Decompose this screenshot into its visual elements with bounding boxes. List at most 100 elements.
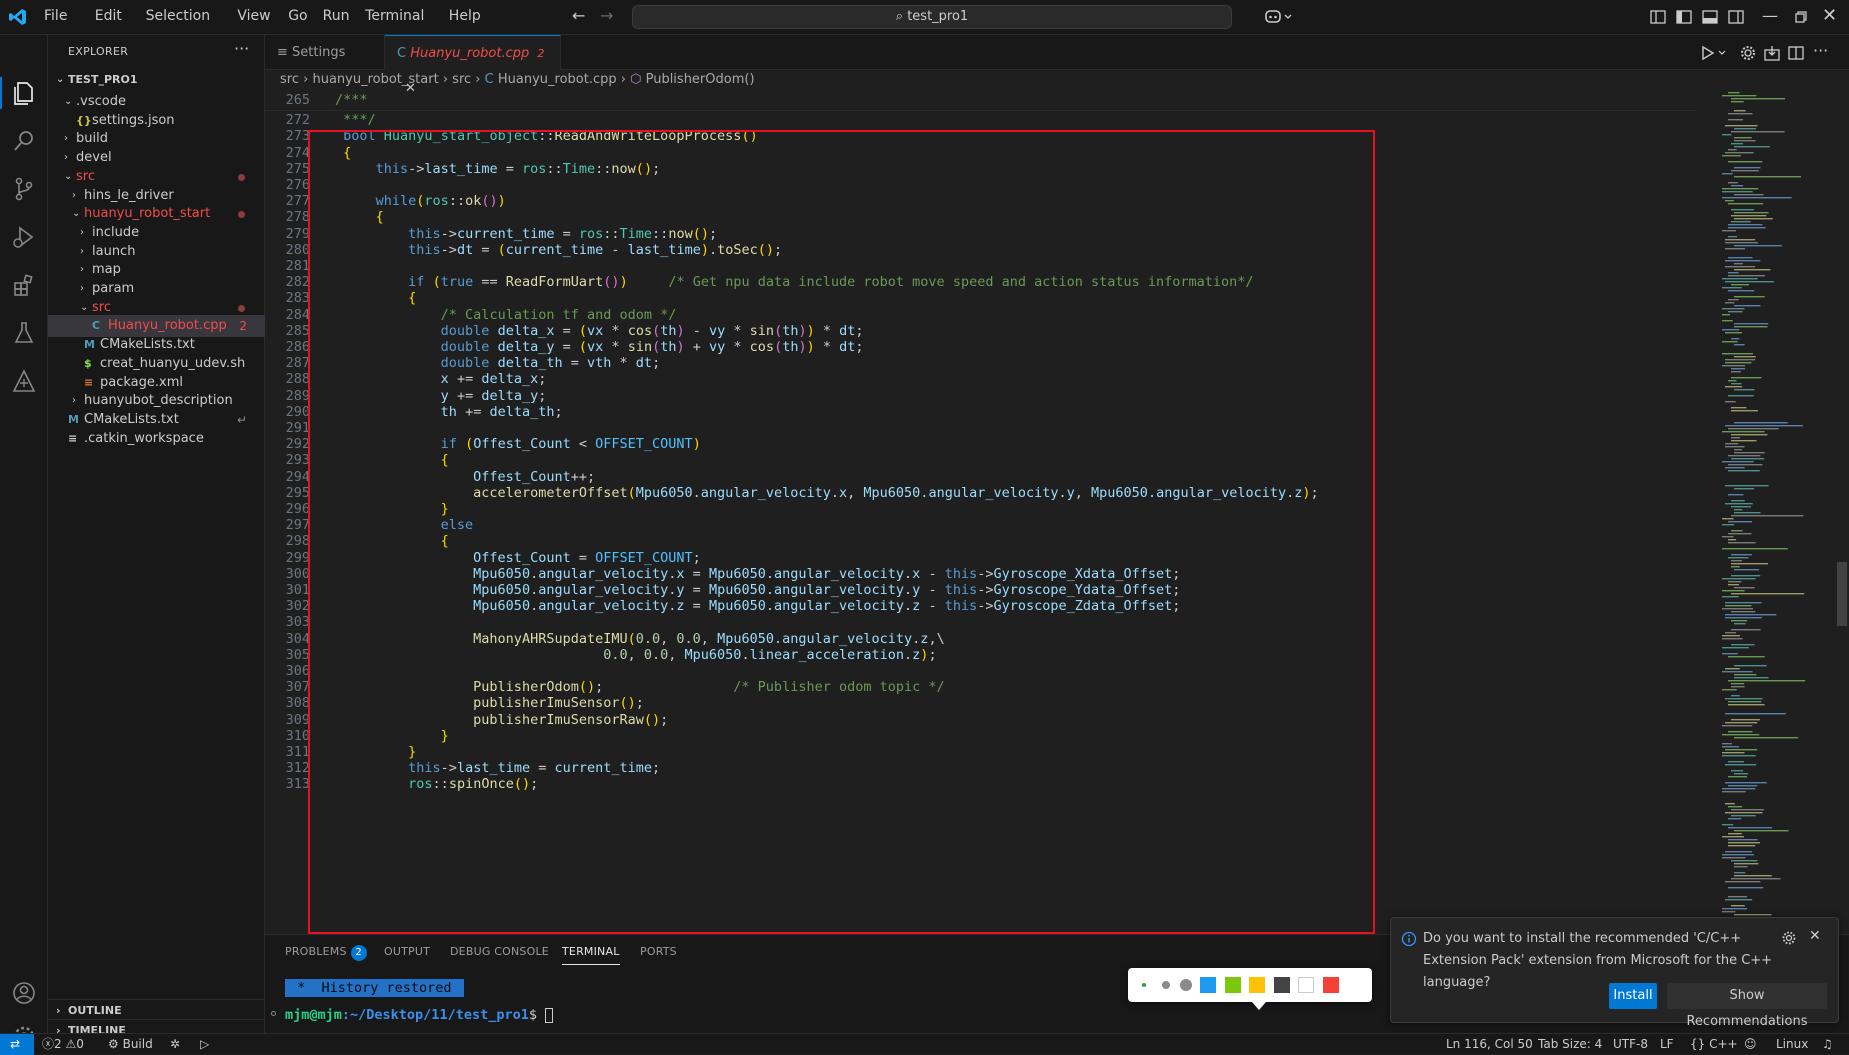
more-actions-icon[interactable]: ··· [234, 39, 249, 58]
explorer-icon[interactable] [10, 79, 38, 107]
forward-arrow-icon[interactable]: → [600, 6, 613, 25]
code-line[interactable]: PublisherOdom(); /* Publisher odom topic… [335, 679, 944, 695]
code-line[interactable]: 0.0, 0.0, Mpu6050.linear_acceleration.z)… [335, 647, 936, 663]
breadcrumb-item[interactable]: Huanyu_robot.cpp [498, 72, 617, 87]
code-line[interactable]: accelerometerOffset(Mpu6050.angular_velo… [335, 485, 1319, 501]
minimap[interactable] [1720, 92, 1835, 934]
toggle-secondary-sidebar-icon[interactable] [1727, 8, 1745, 26]
source-control-icon[interactable] [10, 175, 38, 203]
color-swatch[interactable] [1273, 977, 1290, 993]
code-line[interactable]: while(ros::ok()) [335, 193, 506, 209]
color-swatch[interactable] [1224, 977, 1241, 993]
code-line[interactable]: { [335, 290, 416, 306]
customize-layout-icon[interactable] [1649, 8, 1667, 26]
debug-icon[interactable]: ✲ [170, 1034, 180, 1054]
menu-selection[interactable]: Selection [146, 8, 211, 24]
breadcrumb-item[interactable]: PublisherOdom() [646, 72, 755, 87]
code-line[interactable]: th += delta_th; [335, 404, 563, 420]
menu-run[interactable]: Run [323, 8, 350, 24]
code-line[interactable]: Mpu6050.angular_velocity.x = Mpu6050.ang… [335, 566, 1180, 582]
color-swatch[interactable] [1322, 977, 1339, 993]
code-line[interactable]: ros::spinOnce(); [335, 776, 538, 792]
breadcrumb-item[interactable]: src [452, 72, 471, 87]
color-swatch[interactable] [1249, 977, 1265, 993]
code-editor[interactable]: 265 /*** 271 @ return -> status272 ***/2… [265, 92, 1697, 934]
code-line[interactable]: publisherImuSensor(); [335, 695, 644, 711]
panel-tab-problems[interactable]: PROBLEMS 2 [285, 945, 367, 961]
search-icon[interactable] [10, 127, 38, 155]
minimize-icon[interactable]: — [1762, 6, 1778, 25]
scrollbar-thumb[interactable] [1837, 562, 1847, 626]
menu-view[interactable]: View [237, 8, 270, 24]
menu-go[interactable]: Go [288, 8, 307, 24]
pen-size-small[interactable] [1142, 983, 1146, 987]
code-line[interactable]: double delta_th = vth * dt; [335, 355, 661, 371]
toggle-panel-icon[interactable] [1701, 8, 1719, 26]
code-line[interactable]: bool Huanyu_start_object::ReadAndWriteLo… [335, 128, 758, 144]
code-line[interactable]: y += delta_y; [335, 388, 547, 404]
close-icon[interactable]: ✕ [1809, 928, 1821, 944]
code-line[interactable]: { [335, 452, 449, 468]
tab-settings[interactable]: ≡ Settings [265, 35, 385, 70]
code-line[interactable]: Offest_Count++; [335, 469, 595, 485]
code-line[interactable]: this->last_time = current_time; [335, 760, 660, 776]
gear-icon[interactable] [1781, 930, 1797, 946]
code-line[interactable]: { [335, 209, 384, 225]
run-debug-icon[interactable] [10, 223, 38, 251]
code-line[interactable]: this->dt = (current_time - last_time).to… [335, 242, 782, 258]
toggle-primary-sidebar-icon[interactable] [1675, 8, 1693, 26]
breadcrumb-item[interactable]: huanyu_robot_start [312, 72, 438, 87]
gear-icon[interactable] [1739, 44, 1757, 62]
pen-size-large[interactable] [1180, 979, 1192, 991]
show-recommendations-button[interactable]: Show Recommendations [1667, 983, 1827, 1029]
tree-item--catkin-workspace[interactable]: ≡ .catkin_workspace [48, 428, 265, 450]
menu-file[interactable]: File [44, 8, 67, 24]
terminal-prompt[interactable]: mjm@mjm:~/Desktop/11/test_pro1$ [285, 1007, 554, 1023]
notifications-bell-icon[interactable]: ♫ [1822, 1034, 1833, 1054]
copilot-icon[interactable] [1264, 7, 1292, 25]
code-line[interactable]: if (true == ReadFormUart()) /* Get npu d… [335, 274, 1253, 290]
code-line[interactable]: publisherImuSensorRaw(); [335, 712, 668, 728]
code-line[interactable]: ***/ [335, 112, 376, 128]
code-line[interactable]: else [335, 517, 474, 533]
pen-size-medium[interactable] [1162, 981, 1170, 989]
code-line[interactable]: { [335, 533, 449, 549]
code-line[interactable]: Offest_Count = OFFSET_COUNT; [335, 550, 701, 566]
account-icon[interactable] [10, 979, 38, 1007]
code-line[interactable]: } [335, 744, 416, 760]
code-line[interactable]: this->last_time = ros::Time::now(); [335, 161, 661, 177]
code-line[interactable]: MahonyAHRSupdateIMU(0.0, 0.0, Mpu6050.an… [335, 631, 945, 647]
run-icon[interactable]: ▷ [200, 1034, 209, 1054]
install-button[interactable]: Install [1609, 983, 1657, 1009]
code-line[interactable]: Mpu6050.angular_velocity.z = Mpu6050.ang… [335, 598, 1180, 614]
split-editor-icon[interactable] [1787, 44, 1805, 62]
panel-tab-terminal[interactable]: TERMINAL [562, 945, 620, 965]
remote-indicator[interactable]: ⇄ [0, 1034, 34, 1055]
panel-tab-output[interactable]: OUTPUT [384, 945, 430, 958]
code-line[interactable]: /* Calculation tf and odom */ [335, 307, 677, 323]
back-arrow-icon[interactable]: ← [572, 6, 585, 25]
extensions-icon[interactable] [10, 271, 38, 299]
code-line[interactable]: x += delta_x; [335, 371, 547, 387]
code-line[interactable]: } [335, 501, 449, 517]
code-line[interactable]: double delta_y = (vx * sin(th) + vy * co… [335, 339, 864, 355]
menu-help[interactable]: Help [449, 8, 481, 24]
menu-terminal[interactable]: Terminal [365, 8, 424, 24]
build-status[interactable]: ⚙ Build [108, 1034, 153, 1054]
code-line[interactable]: double delta_x = (vx * cos(th) - vy * si… [335, 323, 864, 339]
encoding[interactable]: UTF-8 [1613, 1034, 1648, 1054]
close-window-icon[interactable]: ✕ [1822, 5, 1837, 26]
color-swatch[interactable] [1200, 977, 1216, 993]
workspace-root[interactable]: ⌄ TEST_PRO1 [48, 69, 265, 91]
language-mode[interactable]: {} C++ [1690, 1034, 1738, 1054]
run-code-icon[interactable] [1699, 44, 1729, 62]
cmake-icon[interactable] [10, 367, 38, 395]
problems-status[interactable]: ⓧ2 ⚠0 [42, 1034, 84, 1054]
breadcrumb-item[interactable]: src [280, 72, 299, 87]
more-actions-icon[interactable]: ··· [1813, 41, 1828, 60]
os-indicator[interactable]: Linux [1776, 1034, 1808, 1054]
line-ending[interactable]: LF [1660, 1034, 1674, 1054]
panel-tab-debug-console[interactable]: DEBUG CONSOLE [450, 945, 549, 958]
vertical-scrollbar[interactable] [1835, 92, 1849, 934]
code-line[interactable]: Mpu6050.angular_velocity.y = Mpu6050.ang… [335, 582, 1180, 598]
